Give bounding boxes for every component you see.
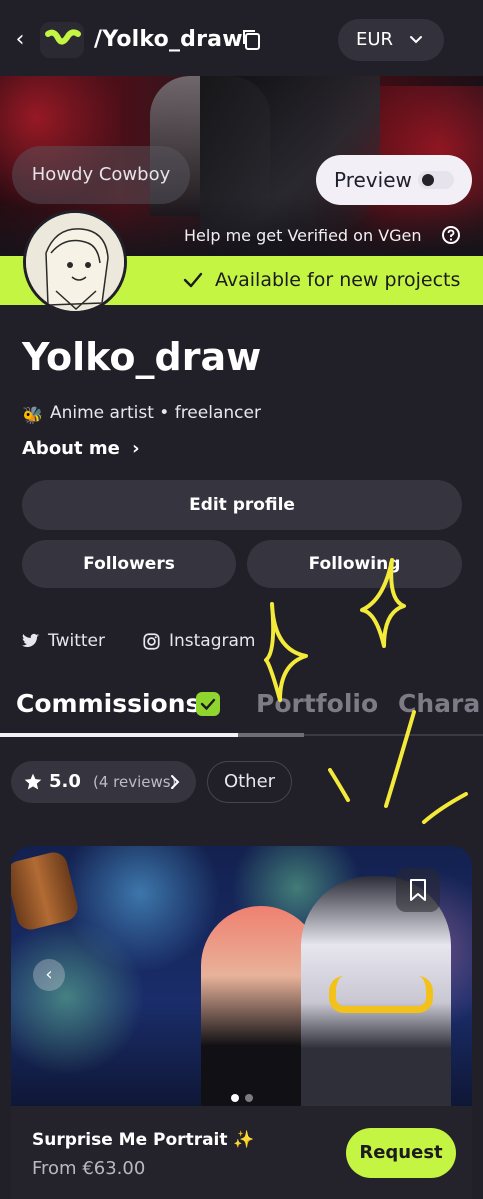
- tab-characters[interactable]: Chara: [398, 678, 480, 730]
- commission-footer: Surprise Me Portrait ✨ From €63.00 Reque…: [11, 1106, 472, 1199]
- twitter-icon: [22, 633, 40, 647]
- tab-portfolio[interactable]: Portfolio: [256, 678, 378, 730]
- carousel-prev-button[interactable]: ‹: [33, 959, 65, 991]
- commission-title: Surprise Me Portrait ✨: [32, 1130, 255, 1150]
- chevron-right-icon: ›: [132, 438, 140, 459]
- availability-text: Available for new projects: [215, 269, 461, 291]
- rating-filter[interactable]: 5.0 (4 reviews): [11, 761, 196, 803]
- instagram-icon: [143, 633, 160, 650]
- copy-icon[interactable]: [240, 28, 264, 52]
- profile-name: Yolko_draw: [22, 335, 262, 379]
- rating-score: 5.0: [49, 771, 81, 792]
- about-me-link[interactable]: About me ›: [22, 436, 140, 462]
- carousel-dot[interactable]: [231, 1094, 239, 1102]
- bio-text: Anime artist • freelancer: [50, 403, 261, 423]
- tab-active-indicator: [0, 733, 238, 737]
- avatar[interactable]: [23, 210, 127, 314]
- request-button[interactable]: Request: [346, 1128, 456, 1178]
- chevron-down-icon: [410, 36, 422, 44]
- bee-icon: 🐝: [22, 406, 44, 426]
- chevron-left-icon: ‹: [45, 964, 53, 985]
- instagram-label: Instagram: [169, 631, 256, 651]
- twitter-label: Twitter: [48, 631, 105, 651]
- followers-button[interactable]: Followers: [22, 540, 236, 588]
- chevron-right-icon: [171, 775, 180, 789]
- about-label: About me: [22, 438, 120, 459]
- profile-bio: 🐝 Anime artist • freelancer: [22, 400, 261, 426]
- profile-handle: /Yolko_draw: [94, 27, 243, 52]
- tab-scroll-indicator: [238, 733, 304, 737]
- preview-label: Preview: [334, 168, 412, 192]
- help-circle-icon[interactable]: [441, 225, 461, 245]
- verification-link[interactable]: Help me get Verified on VGen: [184, 222, 422, 250]
- preview-toggle[interactable]: Preview: [316, 155, 472, 205]
- bookmark-icon: [410, 879, 426, 901]
- bookmark-button[interactable]: [396, 868, 440, 912]
- profile-tabs: Commissions Portfolio Chara: [0, 678, 483, 738]
- carousel-dots: [231, 1094, 271, 1102]
- instagram-link[interactable]: Instagram: [143, 628, 283, 654]
- tab-commissions[interactable]: Commissions: [16, 678, 200, 730]
- currency-label: EUR: [356, 29, 394, 50]
- commission-price: From €63.00: [32, 1158, 146, 1179]
- star-icon: [24, 773, 42, 790]
- carousel-dot[interactable]: [245, 1094, 253, 1102]
- review-count: (4 reviews): [93, 773, 177, 791]
- commission-card[interactable]: ‹ Surprise Me Portrait ✨ From €63.00 Req…: [11, 846, 472, 1199]
- check-badge-icon: [196, 692, 220, 716]
- toggle-switch[interactable]: [418, 171, 454, 189]
- edit-profile-button[interactable]: Edit profile: [22, 480, 462, 530]
- profile-tagline: Howdy Cowboy: [12, 146, 190, 204]
- twitter-link[interactable]: Twitter: [22, 628, 132, 654]
- other-filter[interactable]: Other: [207, 761, 292, 803]
- check-icon: [183, 272, 203, 288]
- currency-selector[interactable]: EUR: [338, 19, 444, 61]
- other-label: Other: [223, 771, 276, 792]
- back-icon[interactable]: ‹: [10, 24, 30, 56]
- following-button[interactable]: Following: [247, 540, 462, 588]
- vgen-logo-icon[interactable]: [40, 22, 84, 58]
